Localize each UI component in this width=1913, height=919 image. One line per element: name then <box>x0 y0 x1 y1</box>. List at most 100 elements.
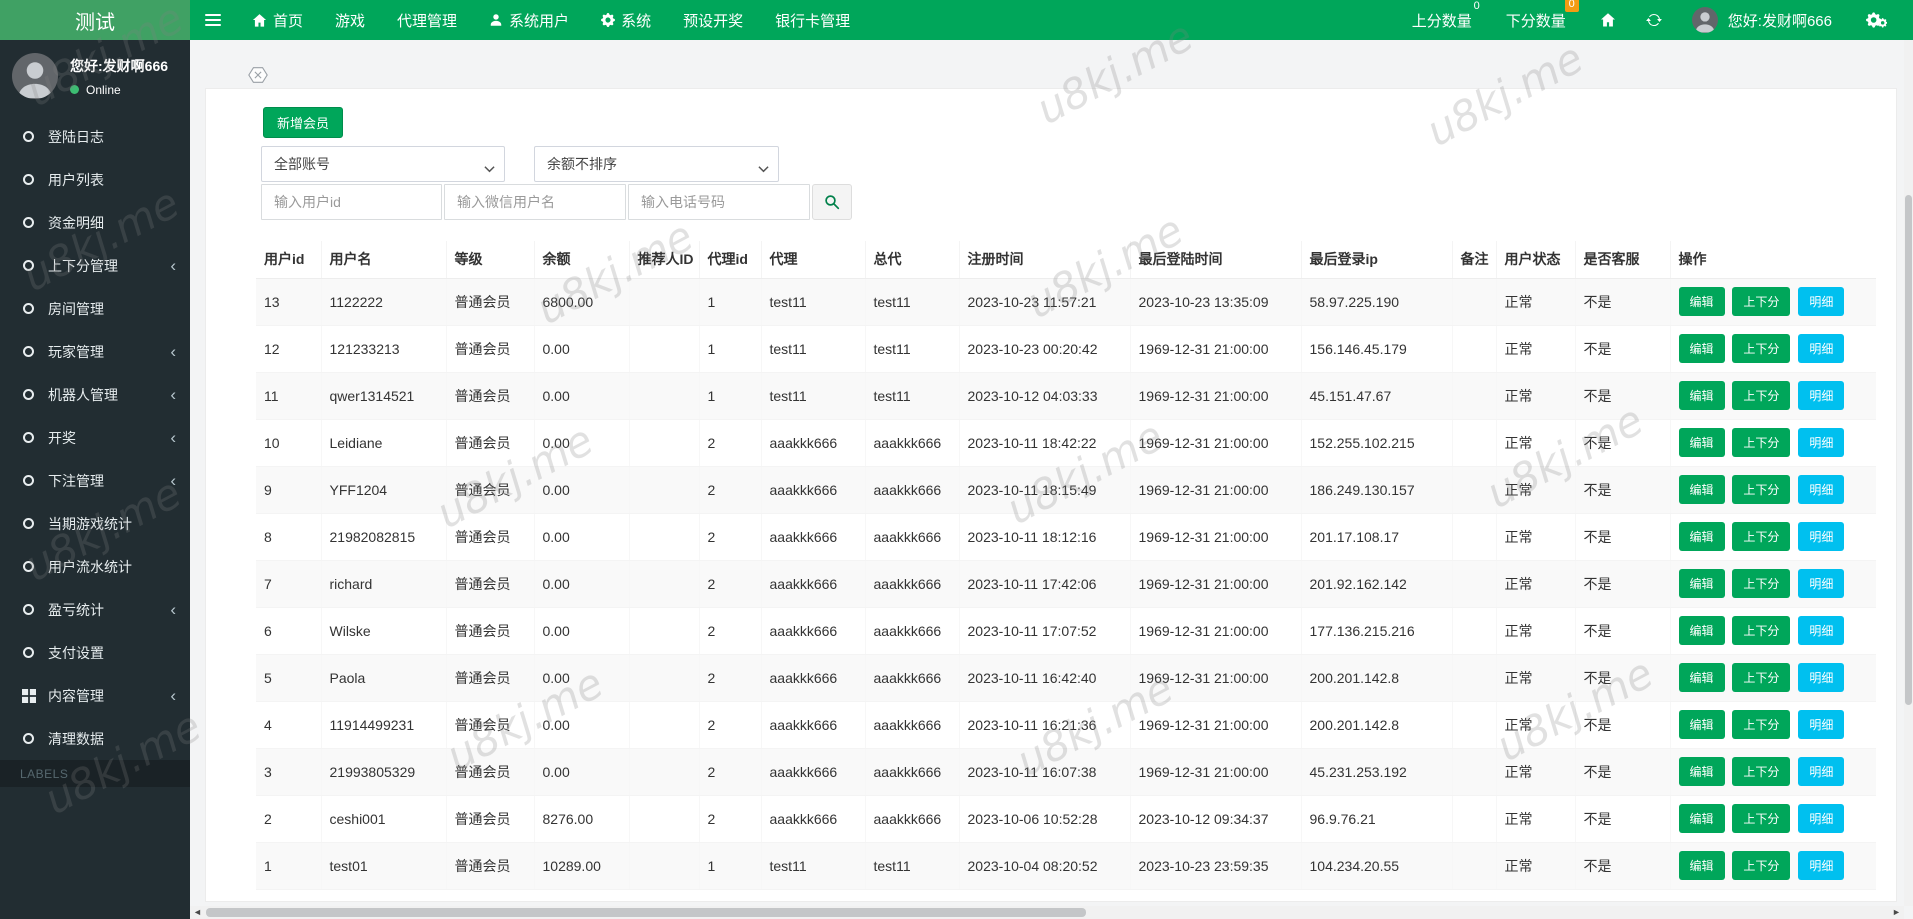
scroll-right-arrow[interactable]: ► <box>1889 906 1904 919</box>
edit-button[interactable]: 编辑 <box>1678 663 1725 692</box>
cell-level: 普通会员 <box>446 560 535 608</box>
hexagon-settings-icon[interactable] <box>247 64 269 86</box>
horizontal-scroll-thumb[interactable] <box>206 908 1086 917</box>
updown-button[interactable]: 上下分 <box>1732 334 1791 363</box>
detail-button[interactable]: 明细 <box>1798 569 1845 598</box>
edit-button[interactable]: 编辑 <box>1678 334 1725 363</box>
cell-referrer-id <box>629 701 700 749</box>
updown-button[interactable]: 上下分 <box>1732 663 1791 692</box>
detail-button[interactable]: 明细 <box>1798 663 1845 692</box>
sidebar-menu-item[interactable]: 资金明细 <box>0 201 190 244</box>
horizontal-scrollbar[interactable]: ◄ ► <box>190 906 1904 919</box>
scroll-left-arrow[interactable]: ◄ <box>190 906 205 919</box>
nav-menu-item[interactable]: 系统 <box>585 0 667 40</box>
cell-level: 普通会员 <box>446 748 535 796</box>
cogs-icon[interactable] <box>1866 12 1887 28</box>
user-avatar[interactable] <box>1691 7 1718 33</box>
cell-agent: aaakkk666 <box>761 795 866 843</box>
updown-button[interactable]: 上下分 <box>1732 522 1791 551</box>
edit-button[interactable]: 编辑 <box>1678 522 1725 551</box>
sidebar-menu-item[interactable]: 登陆日志 <box>0 115 190 158</box>
sidebar-menu-item[interactable]: 用户列表 <box>0 158 190 201</box>
cell-username: 121233213 <box>321 325 447 373</box>
edit-button[interactable]: 编辑 <box>1678 616 1725 645</box>
navbar-greeting[interactable]: 您好:发财啊666 <box>1728 10 1832 31</box>
edit-button[interactable]: 编辑 <box>1678 804 1725 833</box>
detail-button[interactable]: 明细 <box>1798 851 1845 880</box>
balance-sort-select[interactable]: 余额不排序 <box>534 146 779 182</box>
column-header: 备注 <box>1452 241 1497 279</box>
updown-button[interactable]: 上下分 <box>1732 710 1791 739</box>
brand-title[interactable]: 测试 <box>0 0 190 40</box>
detail-button[interactable]: 明细 <box>1798 710 1845 739</box>
cell-actions: 编辑 上下分 明细 <box>1670 654 1876 702</box>
sidebar-menu-item[interactable]: 支付设置 <box>0 631 190 674</box>
home-icon[interactable] <box>1600 12 1616 28</box>
detail-button[interactable]: 明细 <box>1798 381 1845 410</box>
updown-button[interactable]: 上下分 <box>1732 757 1791 786</box>
sidebar-menu-item[interactable]: 盈亏统计 ‹ <box>0 588 190 631</box>
detail-button[interactable]: 明细 <box>1798 428 1845 457</box>
cell-agent-id: 2 <box>699 466 762 514</box>
detail-button[interactable]: 明细 <box>1798 616 1845 645</box>
updown-button[interactable]: 上下分 <box>1732 616 1791 645</box>
chevron-left-icon: ‹ <box>170 600 176 619</box>
vertical-scroll-thumb[interactable] <box>1905 195 1912 705</box>
edit-button[interactable]: 编辑 <box>1678 710 1725 739</box>
updown-button[interactable]: 上下分 <box>1732 428 1791 457</box>
sidebar-toggle-button[interactable] <box>190 0 236 40</box>
search-button[interactable] <box>812 184 852 220</box>
cell-general-agent: aaakkk666 <box>865 795 960 843</box>
edit-button[interactable]: 编辑 <box>1678 851 1725 880</box>
detail-button[interactable]: 明细 <box>1798 804 1845 833</box>
nav-menu-item[interactable]: 首页 <box>236 0 319 40</box>
sidebar-menu-item[interactable]: 内容管理 ‹ <box>0 674 190 717</box>
vertical-scrollbar[interactable] <box>1904 40 1913 906</box>
cell-username: YFF1204 <box>321 466 447 514</box>
sidebar-menu-item[interactable]: 玩家管理 ‹ <box>0 330 190 373</box>
sidebar-menu-item[interactable]: 开奖 ‹ <box>0 416 190 459</box>
nav-menu-item[interactable]: 系统用户 <box>473 0 585 40</box>
edit-button[interactable]: 编辑 <box>1678 287 1725 316</box>
add-member-button[interactable]: 新增会员 <box>263 107 344 138</box>
nav-menu-item[interactable]: 代理管理 <box>381 0 473 40</box>
table-row: 4 11914499231 普通会员 0.00 2 aaakkk666 aaak… <box>256 701 1876 749</box>
sidebar-menu-item[interactable]: 上下分管理 ‹ <box>0 244 190 287</box>
wechat-name-input[interactable] <box>444 184 626 220</box>
sidebar-menu-item[interactable]: 当期游戏统计 <box>0 502 190 545</box>
sidebar-menu-item[interactable]: 用户流水统计 <box>0 545 190 588</box>
sidebar-menu-item[interactable]: 清理数据 <box>0 717 190 760</box>
updown-button[interactable]: 上下分 <box>1732 569 1791 598</box>
user-id-input[interactable] <box>261 184 442 220</box>
edit-button[interactable]: 编辑 <box>1678 381 1725 410</box>
cell-register-time: 2023-10-11 16:07:38 <box>959 748 1131 796</box>
nav-menu-item[interactable]: 银行卡管理 <box>759 0 866 40</box>
down-score-counter[interactable]: 下分数量 0 <box>1506 0 1579 31</box>
cell-user-status: 正常 <box>1496 513 1576 561</box>
nav-menu-item[interactable]: 预设开奖 <box>667 0 759 40</box>
updown-button[interactable]: 上下分 <box>1732 287 1791 316</box>
edit-button[interactable]: 编辑 <box>1678 475 1725 504</box>
profile-avatar[interactable] <box>12 53 58 99</box>
sidebar-menu-item[interactable]: 房间管理 <box>0 287 190 330</box>
account-filter-select[interactable]: 全部账号 <box>261 146 505 182</box>
updown-button[interactable]: 上下分 <box>1732 804 1791 833</box>
edit-button[interactable]: 编辑 <box>1678 569 1725 598</box>
updown-button[interactable]: 上下分 <box>1732 851 1791 880</box>
detail-button[interactable]: 明细 <box>1798 475 1845 504</box>
up-score-counter[interactable]: 上分数量 0 <box>1412 0 1480 31</box>
edit-button[interactable]: 编辑 <box>1678 757 1725 786</box>
column-header: 是否客服 <box>1575 241 1671 279</box>
updown-button[interactable]: 上下分 <box>1732 475 1791 504</box>
updown-button[interactable]: 上下分 <box>1732 381 1791 410</box>
refresh-icon[interactable] <box>1646 12 1662 28</box>
detail-button[interactable]: 明细 <box>1798 287 1845 316</box>
sidebar-menu-item[interactable]: 下注管理 ‹ <box>0 459 190 502</box>
detail-button[interactable]: 明细 <box>1798 757 1845 786</box>
phone-number-input[interactable] <box>628 184 810 220</box>
detail-button[interactable]: 明细 <box>1798 334 1845 363</box>
nav-menu-item[interactable]: 游戏 <box>319 0 381 40</box>
sidebar-menu-item[interactable]: 机器人管理 ‹ <box>0 373 190 416</box>
detail-button[interactable]: 明细 <box>1798 522 1845 551</box>
edit-button[interactable]: 编辑 <box>1678 428 1725 457</box>
